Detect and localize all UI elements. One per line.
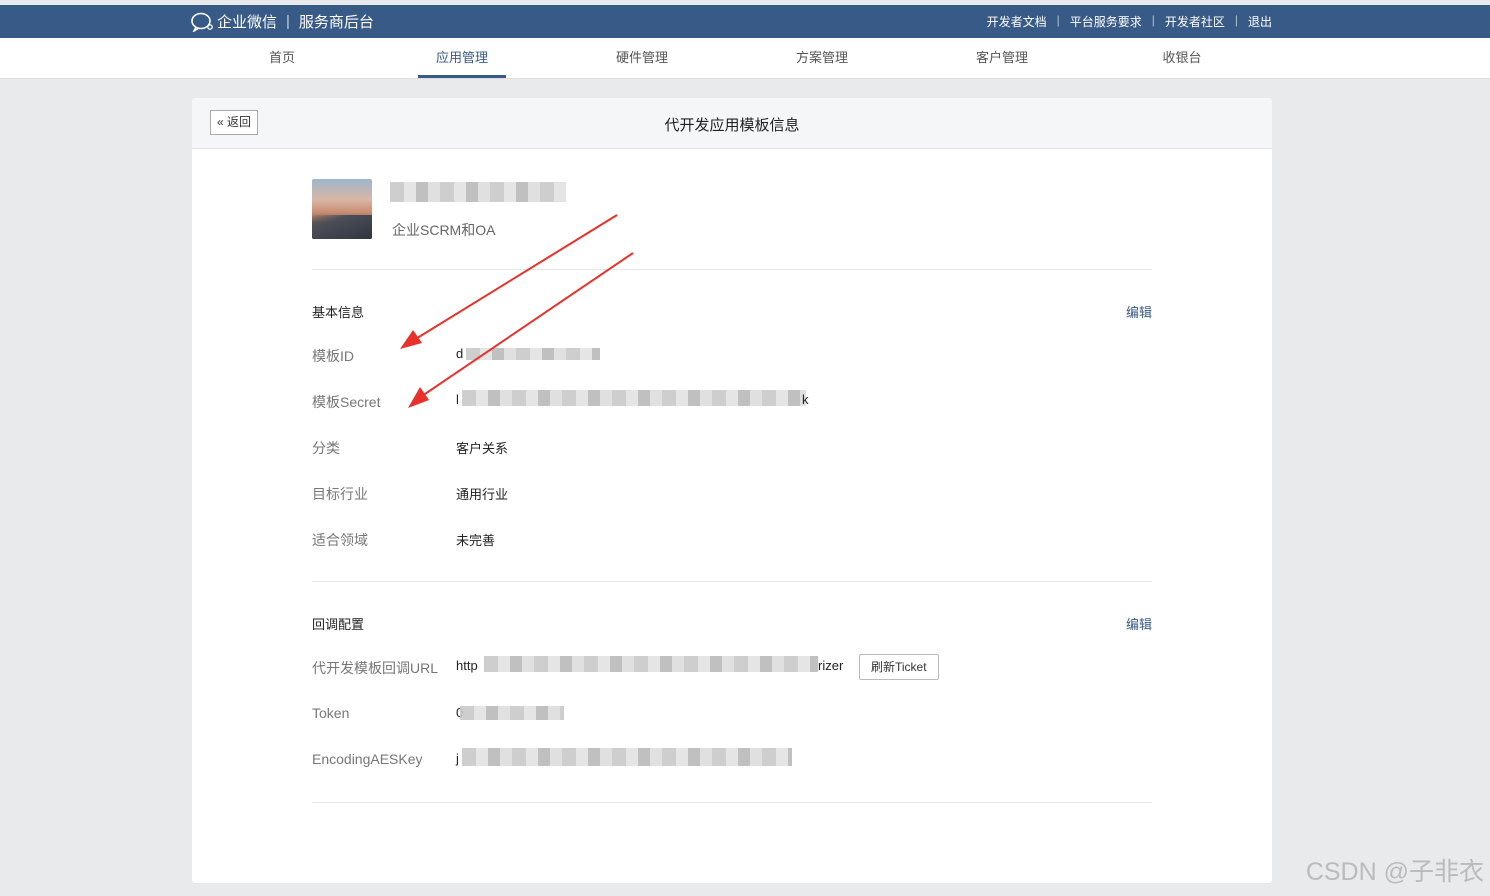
template-id-redacted	[466, 348, 600, 360]
portal-name: 服务商后台	[298, 14, 374, 31]
callback-url-tail: rizer	[818, 658, 844, 673]
link-logout[interactable]: 退出	[1248, 13, 1272, 30]
link-divider: |	[1234, 13, 1238, 27]
field-label-callback-url: 代开发模板回调URL	[312, 660, 439, 676]
nav-home[interactable]: 首页	[254, 38, 310, 78]
token-redacted	[460, 706, 564, 720]
basic-info-title: 基本信息	[312, 305, 365, 320]
refresh-ticket-button[interactable]: 刷新Ticket	[859, 654, 939, 680]
field-value-template-id: d	[456, 346, 464, 361]
field-label-category: 分类	[312, 440, 340, 456]
link-service-requirements[interactable]: 平台服务要求	[1070, 13, 1142, 30]
field-label-template-secret: 模板Secret	[312, 394, 381, 410]
nav-solution-management[interactable]: 方案管理	[778, 38, 866, 78]
card-header: « 返回 代开发应用模板信息	[192, 98, 1272, 149]
nav-app-management[interactable]: 应用管理	[418, 38, 506, 78]
link-dev-docs[interactable]: 开发者文档	[987, 13, 1047, 30]
link-dev-community[interactable]: 开发者社区	[1165, 13, 1225, 30]
field-label-encoding-aes-key: EncodingAESKey	[312, 751, 423, 767]
divider	[312, 581, 1152, 582]
template-secret-redacted	[462, 390, 806, 406]
nav-cashier[interactable]: 收银台	[1146, 38, 1218, 78]
field-label-token: Token	[312, 705, 350, 721]
field-value-category: 客户关系	[456, 441, 509, 456]
app-subtitle: 企业SCRM和OA	[392, 222, 496, 238]
app-name-redacted	[390, 182, 566, 202]
wecom-logo-icon	[191, 12, 213, 32]
nav-hardware-management[interactable]: 硬件管理	[598, 38, 686, 78]
link-divider: |	[1056, 13, 1060, 27]
top-bar: 企业微信 | 服务商后台 开发者文档 | 平台服务要求 | 开发者社区 | 退出	[0, 5, 1490, 38]
header-links: 开发者文档 | 平台服务要求 | 开发者社区 | 退出	[987, 13, 1272, 30]
field-value-template-secret: l	[456, 392, 459, 407]
divider	[312, 802, 1152, 803]
template-info-card: « 返回 代开发应用模板信息 企业SCRM和OA 基本信息 编辑 模板ID d …	[192, 98, 1272, 883]
field-label-template-id: 模板ID	[312, 348, 354, 364]
template-secret-tail: k	[802, 392, 809, 407]
field-value-target-industry: 通用行业	[456, 487, 509, 502]
app-logo-image	[312, 179, 372, 239]
basic-info-edit-link[interactable]: 编辑	[1126, 302, 1152, 321]
field-label-suitable-field: 适合领域	[312, 532, 368, 548]
brand-separator: |	[286, 13, 290, 30]
callback-url-redacted	[484, 656, 818, 672]
brand-name: 企业微信	[217, 14, 278, 31]
main-nav: 首页 应用管理 硬件管理 方案管理 客户管理 收银台	[0, 38, 1490, 79]
nav-customer-management[interactable]: 客户管理	[958, 38, 1046, 78]
brand-logo[interactable]: 企业微信 | 服务商后台	[190, 11, 374, 32]
encoding-aes-key-redacted	[462, 748, 792, 766]
callback-config-title: 回调配置	[312, 617, 365, 632]
field-value-encoding-aes-key: j	[456, 751, 459, 766]
field-value-suitable-field: 未完善	[456, 533, 496, 548]
divider	[312, 269, 1152, 270]
link-divider: |	[1151, 13, 1155, 27]
watermark-text: CSDN @子非衣	[1305, 858, 1484, 886]
page-title: 代开发应用模板信息	[664, 117, 800, 134]
callback-config-edit-link[interactable]: 编辑	[1126, 614, 1152, 633]
field-value-callback-url: http	[456, 658, 478, 673]
field-label-target-industry: 目标行业	[312, 486, 368, 502]
